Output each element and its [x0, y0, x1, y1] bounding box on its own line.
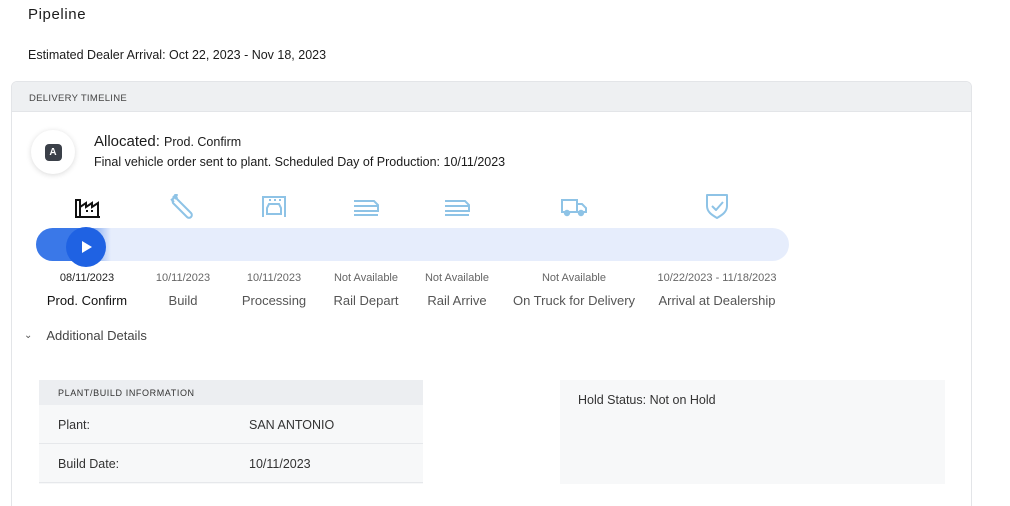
chevron-down-icon: ⌄: [24, 330, 33, 341]
status-badge: A: [44, 143, 62, 161]
play-icon: [82, 241, 92, 253]
shield-check-icon: [702, 192, 732, 220]
status-line: Allocated: Prod. Confirm: [94, 133, 241, 150]
factory-icon: [72, 192, 102, 220]
delivery-timeline-card: DELIVERY TIMELINE A Allocated: Prod. Con…: [11, 81, 972, 506]
timeline-progress-track: [36, 228, 789, 261]
plant-build-panel: PLANT/BUILD INFORMATION Plant: SAN ANTON…: [39, 380, 423, 484]
truck-icon: [559, 192, 589, 220]
hold-status: Hold Status: Not on Hold: [578, 393, 716, 407]
delivery-timeline-header: DELIVERY TIMELINE: [12, 82, 971, 112]
stage-name: Arrival at Dealership: [658, 293, 776, 308]
estimated-arrival: Estimated Dealer Arrival: Oct 22, 2023 -…: [28, 48, 327, 62]
build-date-label: Build Date:: [58, 457, 120, 471]
wrench-icon: [167, 192, 197, 220]
rail-car-icon: [351, 192, 381, 220]
plant-row: Plant: SAN ANTONIO: [39, 405, 423, 444]
plant-value: SAN ANTONIO: [249, 418, 335, 432]
status-description: Final vehicle order sent to plant. Sched…: [94, 155, 506, 169]
rail-car-icon: [442, 192, 472, 220]
hold-status-panel: Hold Status: Not on Hold: [560, 380, 945, 484]
additional-details-label: Additional Details: [46, 328, 147, 343]
status-sub: Prod. Confirm: [164, 135, 242, 149]
status-badge-circle: A: [31, 130, 75, 174]
build-date-value: 10/11/2023: [249, 457, 311, 471]
stage-name: On Truck for Delivery: [512, 293, 636, 308]
stage-date: 10/22/2023 - 11/18/2023: [657, 272, 777, 284]
additional-details-toggle[interactable]: ⌄ Additional Details: [24, 328, 147, 343]
plant-build-header: PLANT/BUILD INFORMATION: [39, 380, 423, 405]
car-wash-icon: [259, 192, 289, 220]
play-button[interactable]: [66, 227, 106, 267]
plant-label: Plant:: [58, 418, 90, 432]
build-date-row: Build Date: 10/11/2023: [39, 444, 423, 483]
stage-date: Not Available: [541, 272, 606, 284]
page-title: Pipeline: [28, 6, 87, 23]
status-label: Allocated:: [94, 133, 160, 150]
